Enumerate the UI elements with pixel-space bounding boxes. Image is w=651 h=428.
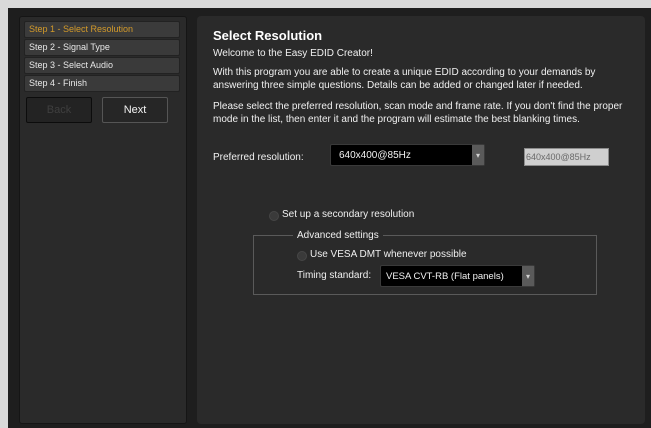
step-item-select-resolution[interactable]: Step 1 - Select Resolution — [24, 21, 180, 38]
preferred-resolution-value: 640x400@85Hz — [339, 149, 411, 161]
intro-paragraph: With this program you are able to create… — [213, 67, 596, 91]
preferred-resolution-input[interactable]: 640x400@85Hz — [524, 148, 609, 166]
instructions-paragraph: Please select the preferred resolution, … — [213, 101, 623, 125]
preferred-resolution-select[interactable]: 640x400@85Hz ▾ — [330, 144, 485, 166]
timing-standard-select[interactable]: VESA CVT-RB (Flat panels) ▾ — [380, 265, 535, 287]
chevron-down-icon[interactable]: ▾ — [522, 266, 534, 286]
step-item-finish[interactable]: Step 4 - Finish — [24, 75, 180, 92]
preferred-resolution-label: Preferred resolution: — [213, 152, 304, 163]
main-panel: Select Resolution Welcome to the Easy ED… — [197, 16, 645, 424]
secondary-resolution-radio[interactable] — [269, 211, 279, 221]
advanced-settings-legend: Advanced settings — [293, 230, 383, 241]
back-button[interactable]: Back — [26, 97, 92, 123]
step-item-signal-type[interactable]: Step 2 - Signal Type — [24, 39, 180, 56]
vesa-dmt-radio[interactable] — [297, 251, 307, 261]
secondary-resolution-label[interactable]: Set up a secondary resolution — [282, 209, 414, 220]
welcome-text: Welcome to the Easy EDID Creator! — [213, 48, 373, 59]
step-list: Step 1 - Select Resolution Step 2 - Sign… — [24, 21, 180, 93]
chevron-down-icon[interactable]: ▾ — [472, 145, 484, 165]
page-title: Select Resolution — [213, 28, 323, 43]
step-item-select-audio[interactable]: Step 3 - Select Audio — [24, 57, 180, 74]
timing-standard-label: Timing standard: — [297, 270, 372, 281]
vesa-dmt-label[interactable]: Use VESA DMT whenever possible — [310, 249, 467, 260]
timing-standard-value: VESA CVT-RB (Flat panels) — [386, 270, 504, 282]
next-button[interactable]: Next — [102, 97, 168, 123]
wizard-sidebar: Step 1 - Select Resolution Step 2 - Sign… — [19, 16, 187, 424]
